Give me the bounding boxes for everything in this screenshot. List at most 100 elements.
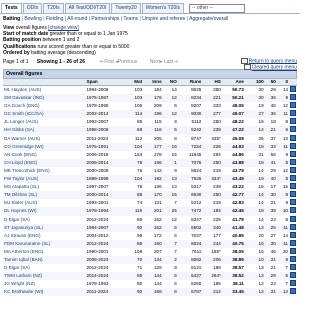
first-page-link[interactable]: First (104, 59, 114, 65)
cell-name[interactable]: ME Trescothick (ENG) (3, 167, 86, 175)
row-action-cell[interactable] (289, 239, 297, 248)
cell-name[interactable]: DL Haynes (WI) (3, 207, 86, 216)
player-profile-icon[interactable] (290, 86, 296, 93)
player-profile-icon[interactable] (290, 191, 296, 198)
format-select[interactable]: -- other -- (189, 4, 246, 13)
player-profile-icon[interactable] (290, 142, 296, 149)
cell-name[interactable]: SM Gavaskar (IND) (3, 94, 86, 103)
row-action-cell[interactable] (289, 264, 297, 272)
cell-name[interactable]: FDM Karunaratne (SL) (3, 239, 86, 248)
row-action-cell[interactable] (289, 158, 297, 167)
cell-name[interactable]: AN Cook (ENG) (3, 151, 86, 159)
row-action-cell[interactable] (289, 150, 297, 159)
row-action-cell[interactable] (289, 142, 297, 151)
tab-1[interactable]: ODIs (22, 3, 43, 13)
cell-name[interactable]: JL Langer (AUS) (3, 118, 86, 126)
row-action-cell[interactable] (289, 231, 297, 240)
row-action-cell[interactable] (289, 102, 297, 110)
tab-4[interactable]: Twenty20 (111, 3, 141, 13)
cell-name[interactable]: GC Smith (ICC/SA) (3, 110, 86, 119)
subnav-link[interactable]: Umpire and referee (142, 16, 185, 22)
player-profile-icon[interactable] (290, 134, 296, 141)
player-profile-icon[interactable] (290, 272, 296, 279)
row-action-cell[interactable] (289, 166, 297, 175)
row-action-cell[interactable] (289, 110, 297, 119)
tab-0[interactable]: Tests (1, 3, 22, 13)
subnav-link[interactable]: Aggregate/overall (189, 16, 228, 22)
player-profile-icon[interactable] (290, 288, 296, 295)
subnav-link[interactable]: Fielding (46, 16, 64, 22)
row-action-cell[interactable] (289, 175, 297, 184)
subnav-link[interactable]: Bowling (24, 16, 42, 22)
player-profile-icon[interactable] (290, 150, 296, 157)
player-profile-icon[interactable] (290, 158, 296, 165)
row-action-cell[interactable] (289, 255, 297, 265)
cell-name[interactable]: JG Wright (NZ) (3, 280, 86, 288)
player-profile-icon[interactable] (290, 102, 296, 109)
cell-name[interactable]: MJ Slater (AUS) (3, 199, 86, 207)
player-profile-icon[interactable] (290, 126, 296, 133)
cell-name[interactable]: CH Lloyd (ENG) (3, 158, 86, 167)
cell-name[interactable]: TM Dilshan (SL) (3, 191, 86, 200)
player-profile-icon[interactable] (290, 247, 296, 254)
tab-5[interactable]: Women's T20Is (141, 3, 185, 13)
next-page-link[interactable]: Next (150, 59, 160, 65)
change-view-link[interactable]: [change view] (48, 25, 79, 31)
player-profile-icon[interactable] (290, 118, 296, 125)
cell-name[interactable]: DA Warner (AUS) (3, 135, 86, 143)
row-action-cell[interactable] (289, 118, 297, 126)
player-profile-icon[interactable] (290, 175, 296, 182)
cell-name[interactable]: TWM Latham (NZ) (3, 272, 86, 281)
row-action-cell[interactable] (289, 280, 297, 288)
subnav-link[interactable]: All-round (67, 16, 87, 22)
player-profile-icon[interactable] (290, 215, 296, 222)
cleared-query-link[interactable]: Cleared query menu (252, 65, 297, 71)
player-profile-icon[interactable] (290, 239, 296, 246)
player-profile-icon[interactable] (290, 231, 296, 238)
player-profile-icon[interactable] (290, 255, 296, 262)
row-action-cell[interactable] (289, 191, 297, 200)
player-profile-icon[interactable] (290, 280, 296, 287)
row-action-cell[interactable] (289, 215, 297, 224)
cell-c100: 26 (258, 135, 264, 141)
row-action-cell[interactable] (289, 183, 297, 191)
row-action-cell[interactable] (289, 199, 297, 207)
row-action-cell[interactable] (289, 207, 297, 216)
tab-3[interactable]: All Test/ODI/T20I (64, 3, 111, 13)
cell-hs: 340 (202, 223, 222, 232)
player-profile-icon[interactable] (290, 199, 296, 206)
tab-2[interactable]: T20Is (43, 3, 64, 13)
row-action-cell[interactable] (289, 223, 297, 232)
player-profile-icon[interactable] (290, 223, 296, 230)
row-action-cell[interactable] (289, 288, 297, 297)
cell-name[interactable]: AJ Strauss (ENG) (3, 232, 86, 240)
cell-name[interactable]: CG Greenidge (WI) (3, 142, 86, 151)
cell-name[interactable]: D Elgar (SA) (3, 216, 86, 224)
row-action-cell[interactable] (289, 272, 297, 281)
cell-name[interactable]: HH Gibbs (SA) (3, 126, 86, 135)
cell-name[interactable]: KC Brathwaite (WI) (3, 288, 86, 297)
row-action-cell[interactable] (289, 134, 297, 143)
player-profile-icon[interactable] (290, 207, 296, 214)
cell-name[interactable]: ML Hayden (AUS) (3, 86, 86, 95)
row-action-cell[interactable] (289, 94, 297, 103)
player-profile-icon[interactable] (290, 94, 296, 101)
player-profile-icon[interactable] (290, 264, 296, 271)
player-profile-icon[interactable] (290, 110, 296, 117)
row-action-cell[interactable] (289, 126, 297, 135)
cell-name[interactable]: GA Gooch (ENG) (3, 102, 86, 110)
cell-name[interactable]: ST Jayasuriya (SL) (3, 223, 86, 232)
cell-name[interactable]: MS Atapattu (SL) (3, 183, 86, 191)
cell-name[interactable]: D Elgar (SA) (3, 264, 86, 272)
row-action-cell[interactable] (289, 247, 297, 256)
player-profile-icon[interactable] (290, 183, 296, 190)
subnav-link[interactable]: Partnerships (91, 16, 119, 22)
cell-runs: 5121 (191, 265, 202, 271)
cell-name[interactable]: Tamim Iqbal (BAN) (3, 255, 86, 265)
subnav-link[interactable]: Teams (123, 16, 138, 22)
cell-name[interactable]: MA Atherton (ENG) (3, 248, 86, 256)
previous-page-link[interactable]: Previous (118, 59, 137, 65)
player-profile-icon[interactable] (290, 166, 296, 173)
row-action-cell[interactable] (289, 86, 297, 95)
cell-name[interactable]: FW Taylor (AUS) (3, 175, 86, 184)
